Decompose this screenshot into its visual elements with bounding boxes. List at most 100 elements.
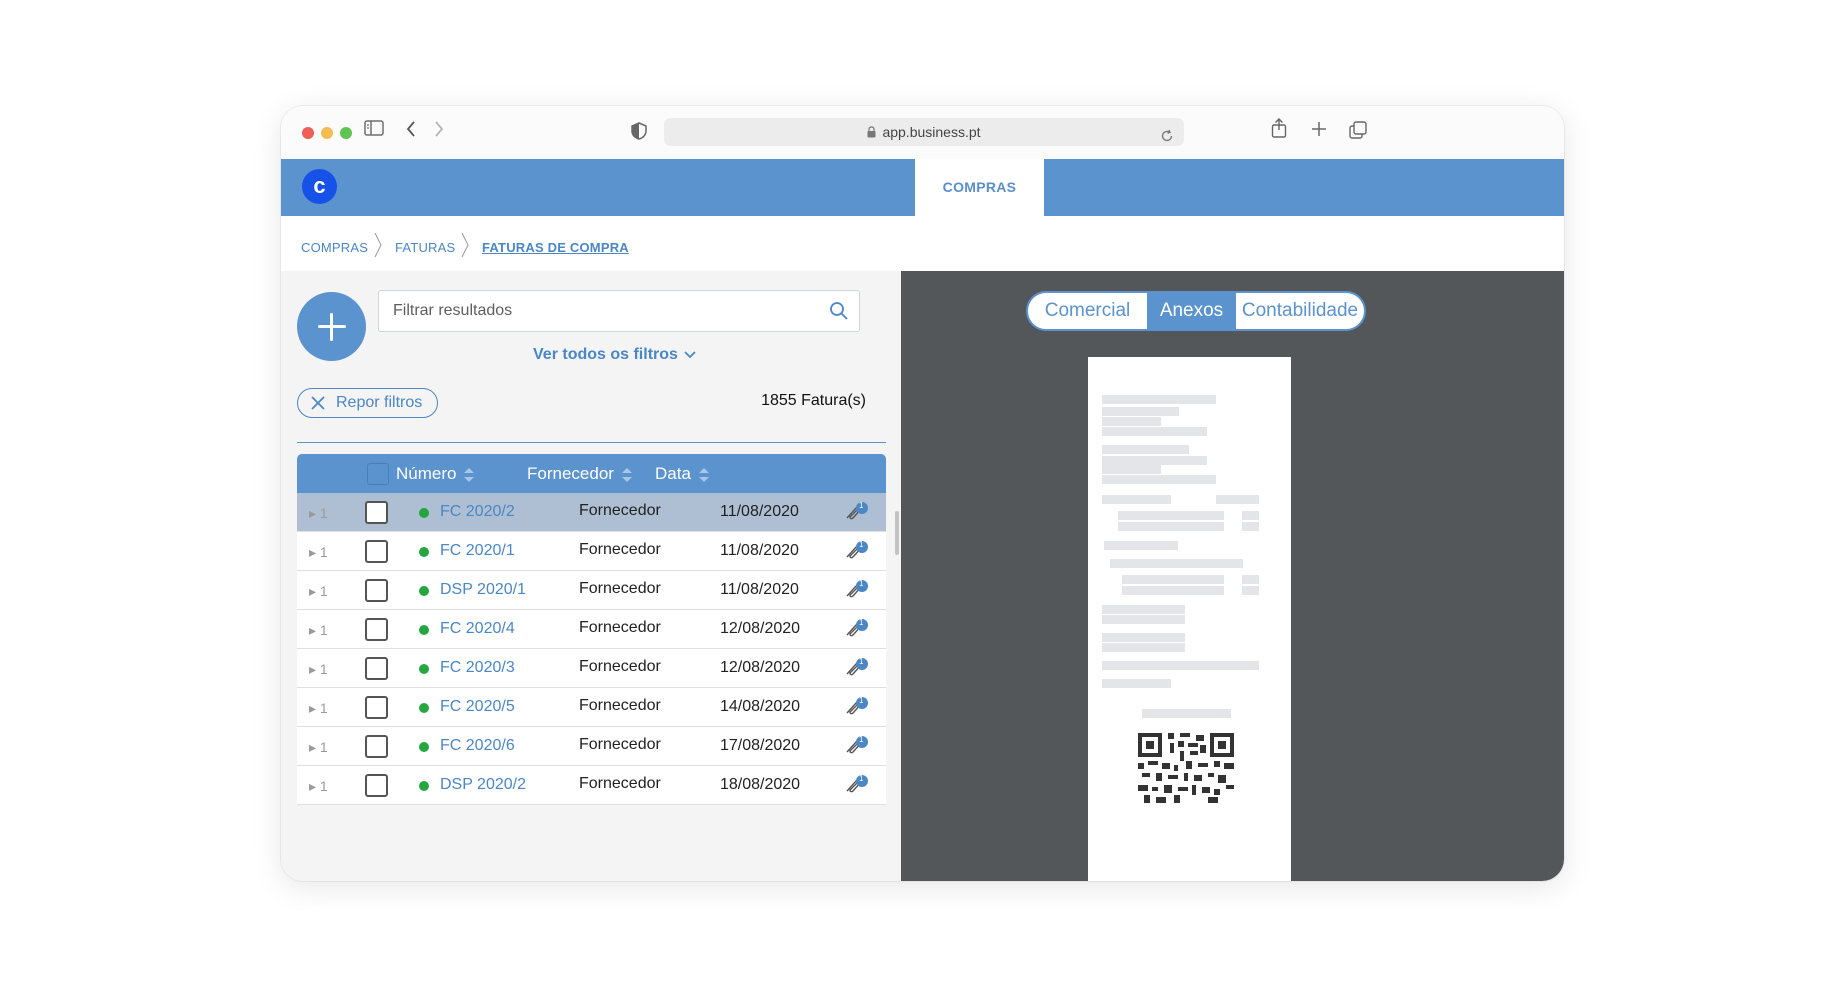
status-dot xyxy=(419,781,429,791)
row-checkbox[interactable] xyxy=(365,696,388,719)
expand-row-icon[interactable]: ▸ 1 xyxy=(309,778,328,795)
column-numero-label: Número xyxy=(396,464,457,483)
date-cell: 18/08/2020 xyxy=(720,776,801,793)
paperclip-icon[interactable]: 1 xyxy=(843,579,869,606)
paperclip-icon[interactable]: 1 xyxy=(843,657,869,684)
date-cell: 17/08/2020 xyxy=(720,737,801,754)
paperclip-icon[interactable]: 1 xyxy=(843,618,869,645)
paperclip-icon[interactable]: 1 xyxy=(843,696,869,723)
supplier-cell: Fornecedor xyxy=(579,697,661,714)
breadcrumb-compras[interactable]: COMPRAS xyxy=(301,240,368,255)
divider xyxy=(297,442,886,443)
preview-tabs: Comercial Anexos Contabilidade xyxy=(1026,291,1366,331)
browser-window: app.business.pt c COMPRAS COMPRAS FATURA… xyxy=(281,106,1564,881)
invoice-number-link[interactable]: FC 2020/2 xyxy=(440,503,515,521)
table-row[interactable]: ▸ 1 FC 2020/5 Fornecedor 14/08/2020 1 xyxy=(297,688,886,727)
column-fornecedor[interactable]: Fornecedor xyxy=(527,464,632,484)
tab-contabilidade[interactable]: Contabilidade xyxy=(1236,293,1364,329)
tabs-icon[interactable] xyxy=(1349,121,1367,144)
all-filters-link[interactable]: Ver todos os filtros xyxy=(533,346,696,364)
breadcrumb-separator-icon xyxy=(374,232,382,263)
chevron-down-icon xyxy=(684,351,696,359)
status-dot xyxy=(419,508,429,518)
column-data[interactable]: Data xyxy=(655,464,709,484)
attachment-preview[interactable] xyxy=(1088,357,1291,881)
breadcrumb-faturas-de-compra[interactable]: FATURAS DE COMPRA xyxy=(482,240,629,255)
row-checkbox[interactable] xyxy=(365,657,388,680)
paperclip-icon[interactable]: 1 xyxy=(843,540,869,567)
shield-icon[interactable] xyxy=(631,122,647,145)
tab-compras[interactable]: COMPRAS xyxy=(915,159,1044,216)
column-numero[interactable]: Número xyxy=(396,464,475,484)
invoice-number-link[interactable]: FC 2020/1 xyxy=(440,542,515,560)
expand-row-icon[interactable]: ▸ 1 xyxy=(309,739,328,756)
invoice-number-link[interactable]: DSP 2020/1 xyxy=(440,581,526,599)
expand-row-icon[interactable]: ▸ 1 xyxy=(309,583,328,600)
minimize-window-button[interactable] xyxy=(321,127,333,139)
row-checkbox[interactable] xyxy=(365,618,388,641)
attachment-count: 1 xyxy=(859,618,864,627)
invoice-number-link[interactable]: DSP 2020/2 xyxy=(440,776,526,794)
invoice-number-link[interactable]: FC 2020/3 xyxy=(440,659,515,677)
search-box xyxy=(378,290,860,332)
address-bar[interactable]: app.business.pt xyxy=(664,118,1184,146)
column-data-label: Data xyxy=(655,464,691,483)
supplier-cell: Fornecedor xyxy=(579,775,661,792)
date-cell: 11/08/2020 xyxy=(720,503,799,520)
row-checkbox[interactable] xyxy=(365,735,388,758)
supplier-cell: Fornecedor xyxy=(579,658,661,675)
paperclip-icon[interactable]: 1 xyxy=(843,735,869,762)
status-dot xyxy=(419,625,429,635)
line-count: 1 xyxy=(319,661,328,677)
tab-anexos[interactable]: Anexos xyxy=(1147,293,1236,329)
expand-row-icon[interactable]: ▸ 1 xyxy=(309,544,328,561)
status-dot xyxy=(419,742,429,752)
add-invoice-button[interactable] xyxy=(297,292,366,361)
invoice-list-panel: Ver todos os filtros Repor filtros 1855 … xyxy=(281,271,901,881)
forward-icon[interactable] xyxy=(433,120,445,143)
share-icon[interactable] xyxy=(1271,118,1287,143)
table-row[interactable]: ▸ 1 FC 2020/4 Fornecedor 12/08/2020 1 xyxy=(297,610,886,649)
zoom-window-button[interactable] xyxy=(340,127,352,139)
row-checkbox[interactable] xyxy=(365,540,388,563)
table-row[interactable]: ▸ 1 FC 2020/2 Fornecedor 11/08/2020 1 xyxy=(297,493,886,532)
invoice-table: Número Fornecedor Data ▸ 1 FC 2020/2 Forne… xyxy=(297,454,886,805)
scrollbar[interactable] xyxy=(895,511,899,555)
url-text: app.business.pt xyxy=(882,124,981,140)
row-checkbox[interactable] xyxy=(365,774,388,797)
plus-icon[interactable] xyxy=(1311,121,1327,142)
tab-comercial[interactable]: Comercial xyxy=(1028,293,1147,329)
expand-row-icon[interactable]: ▸ 1 xyxy=(309,661,328,678)
expand-row-icon[interactable]: ▸ 1 xyxy=(309,505,328,522)
reload-icon[interactable] xyxy=(1160,124,1174,152)
row-checkbox[interactable] xyxy=(365,579,388,602)
attachment-count: 1 xyxy=(859,774,864,783)
sidebar-icon[interactable] xyxy=(364,120,384,141)
expand-row-icon[interactable]: ▸ 1 xyxy=(309,700,328,717)
app-logo[interactable]: c xyxy=(302,169,337,204)
reset-filters-button[interactable]: Repor filtros xyxy=(297,388,438,418)
table-row[interactable]: ▸ 1 FC 2020/6 Fornecedor 17/08/2020 1 xyxy=(297,727,886,766)
table-row[interactable]: ▸ 1 FC 2020/1 Fornecedor 11/08/2020 1 xyxy=(297,532,886,571)
paperclip-icon[interactable]: 1 xyxy=(843,501,869,528)
date-cell: 12/08/2020 xyxy=(720,659,801,676)
select-all-checkbox[interactable] xyxy=(367,463,389,485)
search-input[interactable] xyxy=(391,301,815,321)
back-icon[interactable] xyxy=(405,120,417,143)
row-checkbox[interactable] xyxy=(365,501,388,524)
invoice-number-link[interactable]: FC 2020/4 xyxy=(440,620,515,638)
qr-code-icon xyxy=(1138,733,1236,808)
invoice-number-link[interactable]: FC 2020/6 xyxy=(440,737,515,755)
expand-row-icon[interactable]: ▸ 1 xyxy=(309,622,328,639)
table-row[interactable]: ▸ 1 DSP 2020/1 Fornecedor 11/08/2020 1 xyxy=(297,571,886,610)
invoice-number-link[interactable]: FC 2020/5 xyxy=(440,698,515,716)
status-dot xyxy=(419,664,429,674)
breadcrumb-faturas[interactable]: FATURAS xyxy=(395,240,455,255)
status-dot xyxy=(419,586,429,596)
line-count: 1 xyxy=(319,583,328,599)
paperclip-icon[interactable]: 1 xyxy=(843,774,869,801)
table-row[interactable]: ▸ 1 DSP 2020/2 Fornecedor 18/08/2020 1 xyxy=(297,766,886,805)
close-window-button[interactable] xyxy=(302,127,314,139)
table-row[interactable]: ▸ 1 FC 2020/3 Fornecedor 12/08/2020 1 xyxy=(297,649,886,688)
search-icon[interactable] xyxy=(829,301,849,326)
